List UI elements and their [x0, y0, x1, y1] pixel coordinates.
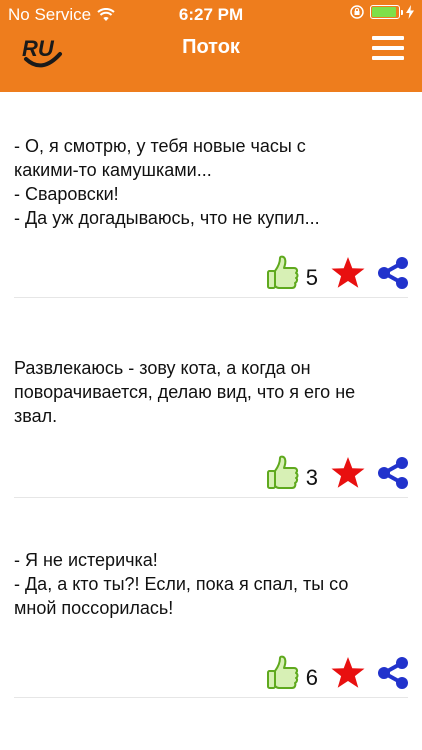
post-line: Развлекаюсь - зову кота, а когда он	[14, 358, 311, 378]
orientation-lock-icon	[350, 5, 364, 19]
post-line: какими-то камушками...	[14, 160, 212, 180]
post-line: - О, я смотрю, у тебя новые часы с	[14, 136, 306, 156]
post-text: Развлекаюсь - зову кота, а когда он пово…	[14, 356, 409, 428]
post-actions: 3	[266, 454, 410, 492]
share-icon[interactable]	[376, 656, 410, 690]
favorite-star-icon[interactable]	[330, 656, 366, 690]
post-line: мной поссорилась!	[14, 598, 174, 618]
post-line: - Да уж догадываюсь, что не купил...	[14, 208, 320, 228]
battery-icon	[370, 5, 403, 19]
post-line: - Я не истеричка!	[14, 550, 158, 570]
thumbs-up-icon[interactable]	[266, 455, 300, 491]
nav-header: No Service 6:27 PM RU Поток	[0, 0, 422, 92]
post-line: - Сваровски!	[14, 184, 119, 204]
post-text: - О, я смотрю, у тебя новые часы с каким…	[14, 134, 409, 230]
like-count: 5	[305, 265, 318, 290]
post-actions: 5	[266, 254, 410, 292]
thumbs-up-icon[interactable]	[266, 655, 300, 691]
page-title: Поток	[182, 36, 240, 58]
like-count: 6	[305, 665, 318, 690]
post-card: Развлекаюсь - зову кота, а когда он пово…	[0, 292, 422, 498]
thumbs-up-icon[interactable]	[266, 255, 300, 291]
favorite-star-icon[interactable]	[330, 456, 366, 490]
share-icon[interactable]	[376, 456, 410, 490]
post-actions: 6	[266, 654, 410, 692]
post-card: - О, я смотрю, у тебя новые часы с каким…	[0, 92, 422, 298]
like-count: 3	[305, 465, 318, 490]
menu-button[interactable]	[372, 36, 404, 64]
favorite-star-icon[interactable]	[330, 256, 366, 290]
post-text: - Я не истеричка! - Да, а кто ты?! Если,…	[14, 548, 409, 620]
post-feed[interactable]: - О, я смотрю, у тебя новые часы с каким…	[0, 92, 422, 698]
status-bar: No Service 6:27 PM	[0, 0, 422, 30]
post-card: - Я не истеричка! - Да, а кто ты?! Если,…	[0, 492, 422, 698]
charging-bolt-icon	[406, 5, 414, 19]
post-line: звал.	[14, 406, 58, 426]
status-right	[350, 5, 414, 19]
post-line: - Да, а кто ты?! Если, пока я спал, ты с…	[14, 574, 349, 594]
post-line: поворачивается, делаю вид, что я его не	[14, 382, 356, 402]
post-divider	[14, 697, 408, 698]
share-icon[interactable]	[376, 256, 410, 290]
